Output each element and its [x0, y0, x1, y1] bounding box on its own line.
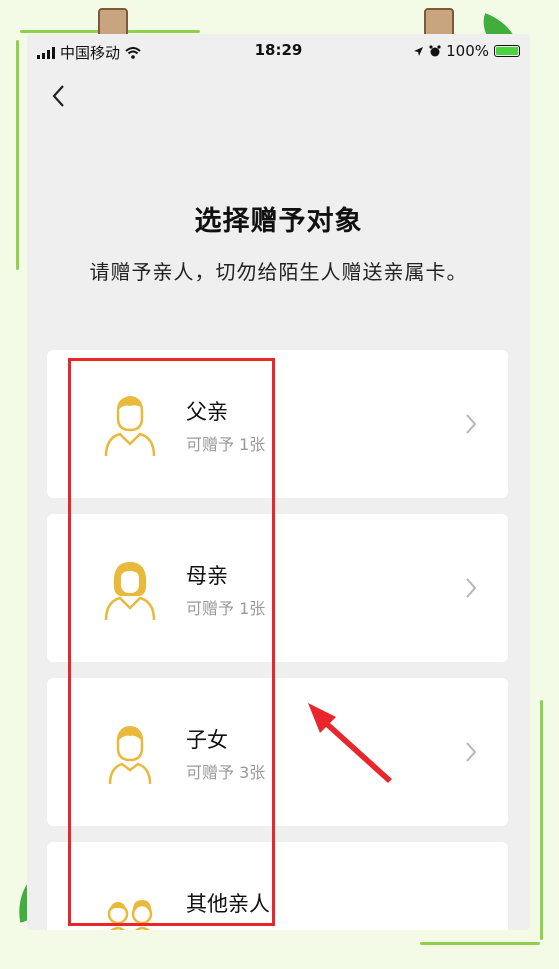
child-avatar-icon: [108, 726, 152, 785]
father-avatar-icon: [104, 396, 156, 457]
frame-right-line: [540, 700, 543, 940]
frame-left-line: [16, 40, 19, 270]
battery-percent: 100%: [446, 42, 489, 60]
recipient-quota: 可赠予 1张: [186, 435, 266, 454]
location-icon: [414, 46, 424, 56]
recipient-name: 父亲: [186, 400, 228, 424]
recipient-card-father[interactable]: 父亲 可赠予 1张: [47, 350, 508, 498]
chevron-left-icon: [52, 85, 64, 107]
recipient-card-child[interactable]: 子女 可赠予 3张: [47, 678, 508, 826]
recipient-name: 其他亲人: [186, 892, 270, 916]
recipient-quota: 可赠予 3张: [186, 763, 266, 782]
chevron-right-icon: [466, 578, 477, 598]
alarm-icon: [429, 45, 441, 57]
recipient-card-mother[interactable]: 母亲 可赠予 1张: [47, 514, 508, 662]
battery-icon: [494, 45, 520, 57]
recipient-name: 子女: [186, 728, 228, 752]
chevron-right-icon: [466, 742, 477, 762]
chevron-right-icon: [466, 414, 477, 434]
mother-avatar-icon: [104, 562, 156, 621]
phone-screen: 中国移动 18:29 100% 选择赠予对象 请赠予亲人，切勿给陌生人赠送亲属卡…: [27, 34, 530, 930]
relatives-avatar-icon: [107, 900, 153, 930]
status-bar: 中国移动 18:29 100%: [27, 34, 530, 68]
recipient-card-other-relatives[interactable]: 其他亲人: [47, 842, 508, 930]
back-button[interactable]: [43, 78, 73, 114]
recipient-name: 母亲: [186, 564, 228, 588]
frame-bottom-line: [420, 942, 540, 945]
page-subtitle: 请赠予亲人，切勿给陌生人赠送亲属卡。: [89, 260, 468, 284]
recipient-quota: 可赠予 1张: [186, 599, 266, 618]
page-title: 选择赠予对象: [194, 206, 363, 237]
